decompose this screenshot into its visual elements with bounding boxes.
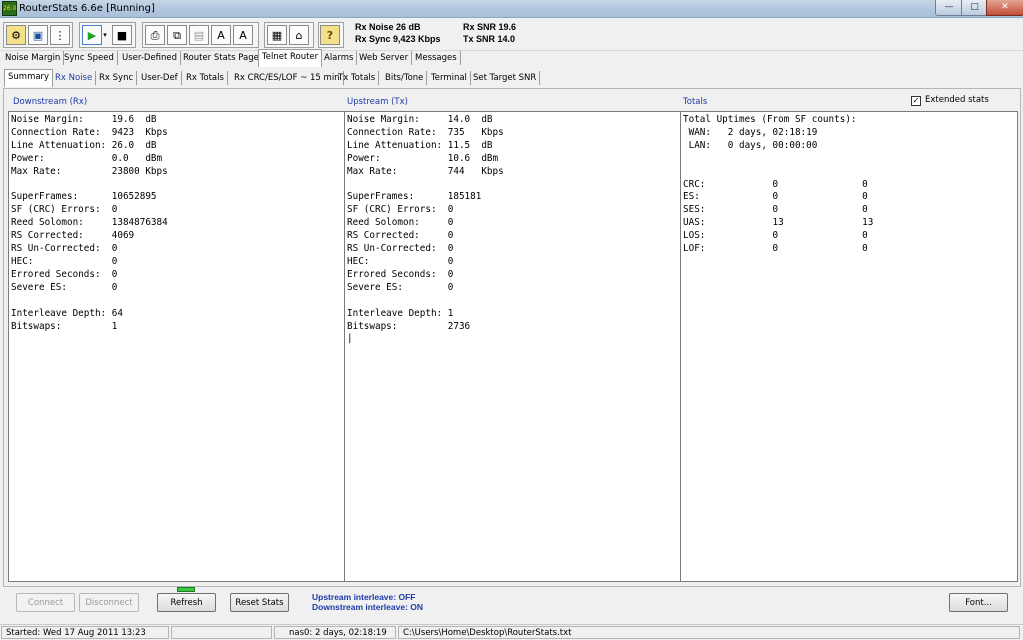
tx-snr-readout: Tx SNR 14.0 — [463, 34, 516, 44]
tab-messages[interactable]: Messages — [412, 51, 461, 65]
downstream-title: Downstream (Rx) — [13, 97, 88, 107]
refresh-button[interactable]: Refresh — [157, 593, 216, 612]
traffic-light-icon[interactable]: ⋮ — [50, 25, 70, 45]
tab-web-server[interactable]: Web Server — [356, 51, 413, 65]
status-started: Started: Wed 17 Aug 2011 13:23 — [1, 626, 169, 639]
rx-snr-readout: Rx SNR 19.6 — [463, 22, 517, 32]
upstream-interleave: Upstream interleave: OFF — [312, 592, 416, 602]
close-button[interactable]: ✕ — [986, 0, 1023, 16]
tab-router-stats-page[interactable]: Router Stats Page — [180, 51, 263, 65]
extended-stats-label: Extended stats — [925, 95, 989, 105]
export-a-icon[interactable]: A — [211, 25, 231, 45]
paste-icon[interactable]: ▤ — [189, 25, 209, 45]
toolbar-group-router: ▦ ⌂ — [264, 22, 314, 48]
tab-sync-speed[interactable]: Sync Speed — [61, 51, 118, 65]
toolbar-group-connection: ⚙ ▣ ⋮ — [3, 22, 73, 48]
activity-led — [177, 587, 195, 592]
extended-stats-checkbox[interactable]: ✓ Extended stats — [911, 95, 989, 106]
upstream-title: Upstream (Tx) — [347, 97, 408, 107]
dropdown-arrow-icon[interactable]: ▾ — [101, 25, 109, 45]
connect-button[interactable]: Connect — [16, 593, 75, 612]
interleave-status: Upstream interleave: OFF Downstream inte… — [312, 592, 423, 612]
checkbox-check-icon[interactable]: ✓ — [911, 96, 921, 106]
home-icon[interactable]: ⌂ — [289, 25, 309, 45]
tab-set-target-snr[interactable]: Set Target SNR — [470, 71, 541, 85]
export-b-icon[interactable]: A — [233, 25, 253, 45]
tab-user-defined[interactable]: User-Defined — [119, 51, 182, 65]
snr-status-block: Rx SNR 19.6 Tx SNR 14.0 — [463, 21, 516, 45]
maximize-button[interactable]: □ — [961, 0, 988, 16]
tab-telnet-router[interactable]: Telnet Router — [258, 49, 323, 67]
print-icon[interactable]: ⎙ — [145, 25, 165, 45]
router-icon[interactable]: ▦ — [267, 25, 287, 45]
tab-terminal[interactable]: Terminal — [428, 71, 471, 85]
copy-icon[interactable]: ⧉ — [167, 25, 187, 45]
connect-icon[interactable]: ⚙ — [6, 25, 26, 45]
tab-bits-tone[interactable]: Bits/Tone — [382, 71, 428, 85]
toolbar-group-file: ⎙ ⧉ ▤ A A — [142, 22, 259, 48]
status-empty — [171, 626, 272, 639]
play-icon[interactable]: ▶ — [82, 25, 102, 45]
tab-rx-totals[interactable]: Rx Totals — [183, 71, 228, 85]
tab-rx-sync[interactable]: Rx Sync — [96, 71, 138, 85]
help-icon[interactable]: ? — [320, 25, 340, 45]
totals-text-area[interactable]: Total Uptimes (From SF counts): WAN: 2 d… — [680, 111, 1018, 582]
status-log-path: C:\Users\Home\Desktop\RouterStats.txt — [398, 626, 1020, 639]
toolbar-group-help: ? — [318, 22, 344, 48]
tab-rx-noise[interactable]: Rx Noise — [52, 71, 97, 85]
downstream-text-area[interactable]: Noise Margin: 19.6 dB Connection Rate: 9… — [8, 111, 345, 582]
rx-noise-readout: Rx Noise 26 dB — [355, 22, 421, 32]
minimize-button[interactable]: — — [935, 0, 963, 16]
toolbar: ⚙ ▣ ⋮ ▶ ▾ ■ ⎙ ⧉ ▤ A A ▦ ⌂ ? Rx Noise 26 … — [0, 18, 1023, 51]
status-bar: Started: Wed 17 Aug 2011 13:23 nas0: 2 d… — [0, 624, 1023, 640]
totals-title: Totals — [683, 97, 708, 107]
tab-alarms[interactable]: Alarms — [321, 51, 358, 65]
save-icon[interactable]: ▣ — [28, 25, 48, 45]
toolbar-group-run: ▶ ▾ ■ — [79, 22, 136, 48]
tab-tx-totals[interactable]: Tx Totals — [335, 71, 380, 85]
downstream-interleave: Downstream interleave: ON — [312, 602, 424, 612]
rx-sync-readout: Rx Sync 9,423 Kbps — [355, 34, 441, 44]
tab-rx-crc-es-lof[interactable]: Rx CRC/ES/LOF ~ 15 min — [231, 71, 344, 85]
tab-noise-margin[interactable]: Noise Margin — [2, 51, 65, 65]
reset-stats-button[interactable]: Reset Stats — [230, 593, 289, 612]
font-button[interactable]: Font... — [949, 593, 1008, 612]
status-nas-uptime: nas0: 2 days, 02:18:19 — [274, 626, 396, 639]
stop-icon[interactable]: ■ — [112, 25, 132, 45]
rx-status-block: Rx Noise 26 dB Rx Sync 9,423 Kbps — [355, 21, 441, 45]
window-title: RouterStats 6.6e [Running] — [19, 3, 155, 14]
upstream-text-area[interactable]: Noise Margin: 14.0 dB Connection Rate: 7… — [344, 111, 681, 582]
app-icon: 26.0 — [2, 1, 17, 16]
tab-summary[interactable]: Summary — [4, 69, 54, 87]
disconnect-button[interactable]: Disconnect — [79, 593, 139, 612]
tab-user-def[interactable]: User-Def — [138, 71, 182, 85]
title-bar: 26.0 RouterStats 6.6e [Running] — □ ✕ — [0, 0, 1023, 18]
